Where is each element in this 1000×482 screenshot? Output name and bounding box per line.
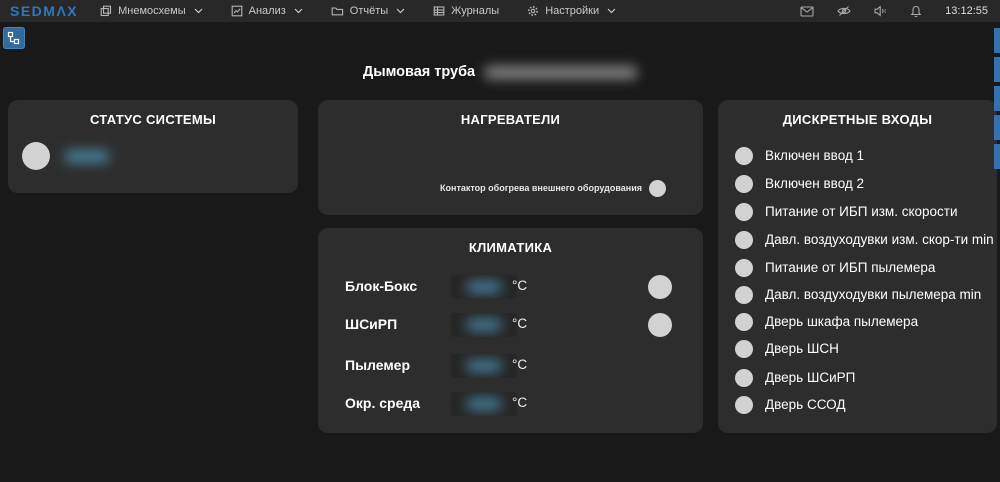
climate-row-label: ШСиРП <box>345 316 397 332</box>
menu-item-settings[interactable]: Настройки <box>527 5 616 17</box>
panel-title: СТАТУС СИСТЕМЫ <box>8 112 298 127</box>
volume-icon[interactable] <box>874 5 887 17</box>
panel-climate: КЛИМАТИКА Блок-Бокс °C ШСиРП °C Пылемер … <box>318 228 703 433</box>
discrete-row: Включен ввод 1 <box>718 147 997 165</box>
contactor-label: Контактор обогрева внешнего оборудования <box>318 183 642 193</box>
discrete-row: Питание от ИБП изм. скорости <box>718 203 997 221</box>
climate-row-label: Окр. среда <box>345 395 420 411</box>
climate-indicator <box>648 275 672 299</box>
clock-time: 13:12:55 <box>945 5 988 17</box>
discrete-label: Дверь шкафа пылемера <box>765 314 918 329</box>
contactor-indicator <box>649 180 666 197</box>
panel-title: КЛИМАТИКА <box>318 240 703 255</box>
discrete-indicator <box>735 231 753 249</box>
menu-item-journals[interactable]: Журналы <box>433 5 499 17</box>
discrete-label: Давл. воздуходувки изм. скор-ти min <box>765 232 994 247</box>
menu-item-analysis[interactable]: Анализ <box>231 5 303 17</box>
discrete-label: Дверь ССОД <box>765 397 846 412</box>
discrete-row: Дверь ШСиРП <box>718 369 997 387</box>
discrete-indicator <box>735 175 753 193</box>
mnemonics-icon <box>100 5 112 17</box>
right-edge-clipped-button[interactable] <box>994 28 1000 53</box>
menu-item-label: Анализ <box>249 5 286 17</box>
discrete-label: Дверь ШСН <box>765 341 839 356</box>
tree-icon <box>7 31 21 45</box>
discrete-indicator <box>735 286 753 304</box>
right-edge-clipped-button[interactable] <box>994 144 1000 169</box>
climate-row-label: Пылемер <box>345 357 410 373</box>
status-icons: 13:12:55 <box>800 5 988 18</box>
climate-value-redacted <box>451 313 517 337</box>
discrete-label: Давл. воздуходувки пылемера min <box>765 287 981 302</box>
discrete-label: Включен ввод 1 <box>765 148 864 163</box>
tree-toggle-button[interactable] <box>3 27 25 49</box>
discrete-label: Питание от ИБП изм. скорости <box>765 204 958 219</box>
chevron-down-icon <box>294 8 303 14</box>
discrete-row: Давл. воздуходувки изм. скор-ти min <box>718 231 997 249</box>
climate-unit: °C <box>512 357 527 372</box>
chevron-down-icon <box>607 8 616 14</box>
discrete-row: Дверь ССОД <box>718 396 997 414</box>
climate-unit: °C <box>512 316 527 331</box>
page-title-redacted-text <box>485 66 637 79</box>
menu-item-label: Отчёты <box>350 5 388 17</box>
panel-title: НАГРЕВАТЕЛИ <box>318 112 703 127</box>
panel-heaters: НАГРЕВАТЕЛИ Фланец КИПиА °C Контактор об… <box>318 100 703 215</box>
analysis-icon <box>231 5 243 17</box>
climate-row: Блок-Бокс °C <box>318 275 703 299</box>
discrete-row: Давл. воздуходувки пылемера min <box>718 286 997 304</box>
right-edge-clipped-button[interactable] <box>994 86 1000 111</box>
climate-indicator <box>648 313 672 337</box>
discrete-label: Включен ввод 2 <box>765 176 864 191</box>
reports-icon <box>331 5 344 17</box>
panel-title: ДИСКРЕТНЫЕ ВХОДЫ <box>718 112 997 127</box>
mail-icon[interactable] <box>800 6 814 17</box>
discrete-indicator <box>735 313 753 331</box>
menu-item-reports[interactable]: Отчёты <box>331 5 405 17</box>
discrete-label: Питание от ИБП пылемера <box>765 260 935 275</box>
bell-icon[interactable] <box>910 5 922 18</box>
right-edge-clipped-button[interactable] <box>994 57 1000 82</box>
discrete-row: Питание от ИБП пылемера <box>718 259 997 277</box>
status-indicator <box>22 142 50 170</box>
panel-system-status: СТАТУС СИСТЕМЫ <box>8 100 298 193</box>
discrete-indicator <box>735 259 753 277</box>
eye-off-icon[interactable] <box>837 5 851 17</box>
climate-value-redacted <box>451 354 517 378</box>
main-menu: Мнемосхемы Анализ Отчёты <box>100 5 616 17</box>
journals-icon <box>433 5 445 17</box>
climate-value-redacted <box>451 275 517 299</box>
climate-row: Окр. среда °C <box>318 392 703 416</box>
menu-item-label: Журналы <box>451 5 499 17</box>
climate-unit: °C <box>512 395 527 410</box>
page-title-text: Дымовая труба <box>363 64 475 80</box>
climate-row: Пылемер °C <box>318 354 703 378</box>
page-title: Дымовая труба <box>0 62 1000 82</box>
discrete-indicator <box>735 369 753 387</box>
sedmax-app: SEDMΛX Мнемосхемы Анализ <box>0 0 1000 482</box>
discrete-indicator <box>735 147 753 165</box>
discrete-label: Дверь ШСиРП <box>765 370 855 385</box>
discrete-row: Включен ввод 2 <box>718 175 997 193</box>
discrete-row: Дверь шкафа пылемера <box>718 313 997 331</box>
discrete-indicator <box>735 340 753 358</box>
menu-item-label: Настройки <box>545 5 599 17</box>
settings-icon <box>527 5 539 17</box>
climate-value-redacted <box>451 392 517 416</box>
top-menu-bar: SEDMΛX Мнемосхемы Анализ <box>0 0 1000 22</box>
climate-unit: °C <box>512 278 527 293</box>
climate-row: ШСиРП °C <box>318 313 703 337</box>
climate-row-label: Блок-Бокс <box>345 278 417 294</box>
chevron-down-icon <box>194 8 203 14</box>
discrete-indicator <box>735 396 753 414</box>
menu-item-label: Мнемосхемы <box>118 5 186 17</box>
discrete-indicator <box>735 203 753 221</box>
right-edge-clipped-button[interactable] <box>994 115 1000 140</box>
menu-item-mnemonics[interactable]: Мнемосхемы <box>100 5 203 17</box>
chevron-down-icon <box>396 8 405 14</box>
discrete-row: Дверь ШСН <box>718 340 997 358</box>
panel-discrete-inputs: ДИСКРЕТНЫЕ ВХОДЫ Включен ввод 1 Включен … <box>718 100 997 433</box>
sedmax-logo: SEDMΛX <box>10 3 78 19</box>
status-value-redacted <box>58 147 116 165</box>
